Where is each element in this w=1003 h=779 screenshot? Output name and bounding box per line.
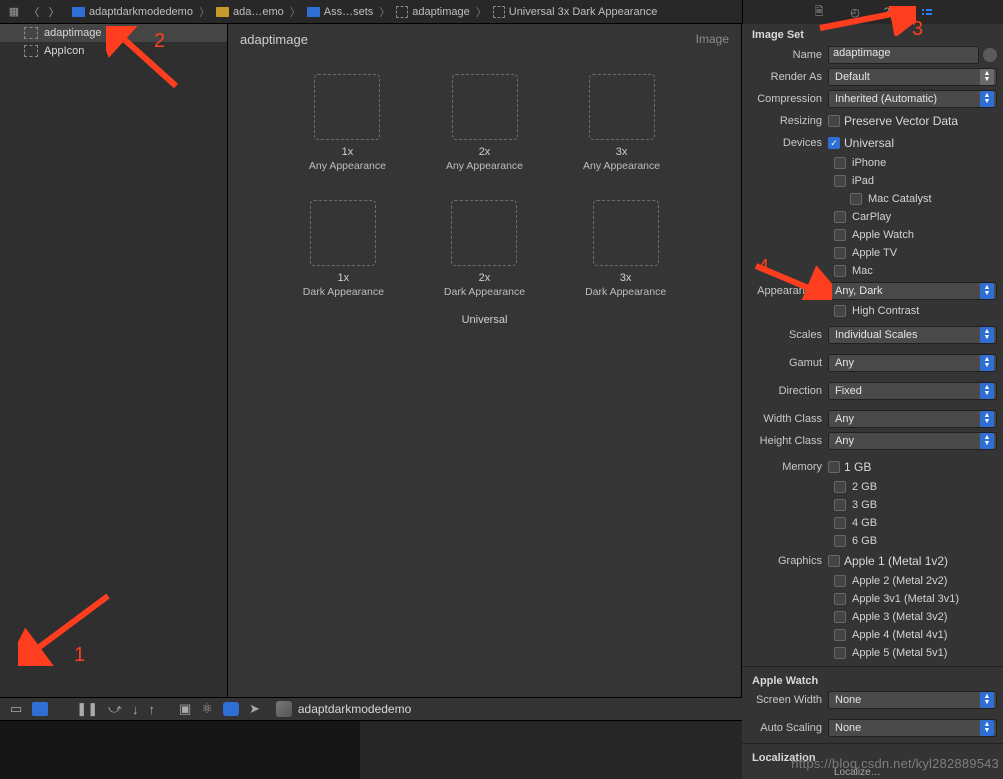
well-1x-any[interactable]: 1xAny Appearance: [309, 74, 386, 172]
memory-6gb-checkbox[interactable]: [834, 535, 846, 547]
gfx-5-checkbox[interactable]: [834, 647, 846, 659]
crumb-asset[interactable]: adaptimage: [412, 6, 470, 18]
well-3x-dark[interactable]: 3xDark Appearance: [585, 200, 666, 298]
outline-item-appicon[interactable]: AppIcon: [0, 42, 227, 60]
direction-select[interactable]: Fixed▲▼: [828, 382, 997, 400]
pause-icon[interactable]: ❚❚: [76, 701, 98, 717]
appearances-select[interactable]: Any, Dark▲▼: [828, 282, 997, 300]
width-class-select[interactable]: Any▲▼: [828, 410, 997, 428]
render-as-select[interactable]: Default▲▼: [828, 68, 997, 86]
project-icon: [72, 7, 85, 17]
device-iphone-checkbox[interactable]: [834, 157, 846, 169]
well-2x-any[interactable]: 2xAny Appearance: [446, 74, 523, 172]
memory-3gb-checkbox[interactable]: [834, 499, 846, 511]
gfx-4-checkbox[interactable]: [834, 629, 846, 641]
jump-bar: ▦ 〈 〉 adaptdarkmodedemo 〉 ada…emo 〉 Ass……: [0, 0, 1003, 24]
crumb-project[interactable]: adaptdarkmodedemo: [89, 6, 193, 18]
slot-icon: [493, 6, 505, 18]
scales-select[interactable]: Individual Scales▲▼: [828, 326, 997, 344]
toggle-debug-icon[interactable]: ▭: [10, 701, 22, 717]
attributes-inspector: Image Set Name adaptimage Render As Defa…: [742, 24, 1003, 779]
memory-2gb-checkbox[interactable]: [834, 481, 846, 493]
process-selector[interactable]: adaptdarkmodedemo: [276, 701, 411, 717]
file-inspector-icon[interactable]: 🗎: [811, 4, 827, 20]
preserve-vector-checkbox[interactable]: [828, 115, 840, 127]
nav-forward-icon[interactable]: 〉: [46, 4, 62, 20]
assets-icon: [307, 7, 320, 17]
attributes-inspector-icon[interactable]: [919, 4, 935, 20]
inspector-tabs: 🗎 ◴ ?⃝: [742, 0, 1003, 24]
history-inspector-icon[interactable]: ◴: [847, 4, 863, 20]
watermark: https://blog.csdn.net/kyl282889543: [791, 756, 999, 771]
device-ipad-checkbox[interactable]: [834, 175, 846, 187]
gfx-2-checkbox[interactable]: [834, 575, 846, 587]
wells-row-dark: 1xDark Appearance 2xDark Appearance 3xDa…: [303, 200, 666, 298]
crumb-assets[interactable]: Ass…sets: [324, 6, 374, 18]
height-class-select[interactable]: Any▲▼: [828, 432, 997, 450]
device-watch-checkbox[interactable]: [834, 229, 846, 241]
auto-scaling-select[interactable]: None▲▼: [828, 719, 997, 737]
high-contrast-checkbox[interactable]: [834, 305, 846, 317]
well-3x-any[interactable]: 3xAny Appearance: [583, 74, 660, 172]
well-1x-dark[interactable]: 1xDark Appearance: [303, 200, 384, 298]
console-area: [0, 721, 742, 779]
debug-bar: ▭ ❚❚ ⤻ ↓ ↑ ▣ ⚛ ➤ adaptdarkmodedemo: [0, 697, 742, 721]
crumb-group[interactable]: ada…emo: [233, 6, 284, 18]
name-input[interactable]: adaptimage: [828, 46, 979, 64]
memory-1gb-checkbox[interactable]: [828, 461, 840, 473]
folder-icon: [216, 7, 229, 17]
device-tv-checkbox[interactable]: [834, 247, 846, 259]
device-catalyst-checkbox[interactable]: [850, 193, 862, 205]
memory-graph-icon[interactable]: ⚛: [201, 701, 213, 717]
canvas-title: adaptimage: [240, 32, 308, 47]
imageset-icon: [24, 27, 38, 39]
outline-item-adaptimage[interactable]: adaptimage: [0, 24, 227, 42]
crumb-slot[interactable]: Universal 3x Dark Appearance: [509, 6, 658, 18]
well-2x-dark[interactable]: 2xDark Appearance: [444, 200, 525, 298]
asset-editor: adaptimage Image 1xAny Appearance 2xAny …: [228, 24, 742, 779]
appicon-icon: [24, 45, 38, 57]
env-overrides-icon[interactable]: [223, 702, 239, 716]
nav-back-icon[interactable]: 〈: [26, 4, 42, 20]
step-in-icon[interactable]: ↓: [132, 702, 139, 717]
outline-item-label: AppIcon: [44, 45, 84, 57]
view-debug-icon[interactable]: ▣: [179, 701, 191, 717]
clear-name-icon[interactable]: [983, 48, 997, 62]
scheme-label: adaptdarkmodedemo: [298, 702, 411, 716]
gfx-3-checkbox[interactable]: [834, 611, 846, 623]
gfx-3v1-checkbox[interactable]: [834, 593, 846, 605]
app-icon: [276, 701, 292, 717]
compression-select[interactable]: Inherited (Automatic)▲▼: [828, 90, 997, 108]
asset-type-label: Image: [696, 32, 729, 46]
recent-files-icon[interactable]: ▦: [6, 4, 22, 20]
memory-4gb-checkbox[interactable]: [834, 517, 846, 529]
screen-width-select[interactable]: None▲▼: [828, 691, 997, 709]
step-out-icon[interactable]: ↑: [149, 702, 156, 717]
gfx-1-checkbox[interactable]: [828, 555, 840, 567]
wells-row-any: 1xAny Appearance 2xAny Appearance 3xAny …: [309, 74, 660, 172]
location-icon[interactable]: ➤: [249, 701, 260, 717]
breakpoints-icon[interactable]: [32, 702, 48, 716]
device-mac-checkbox[interactable]: [834, 265, 846, 277]
device-carplay-checkbox[interactable]: [834, 211, 846, 223]
outline-item-label: adaptimage: [44, 27, 102, 39]
step-over-icon[interactable]: ⤻: [108, 701, 122, 717]
asset-outline: adaptimage AppIcon ＋ － ⌕ Filter: [0, 24, 228, 779]
gamut-select[interactable]: Any▲▼: [828, 354, 997, 372]
section-image-set: Image Set: [742, 24, 1003, 44]
help-inspector-icon[interactable]: ?⃝: [883, 4, 899, 20]
universal-label: Universal: [462, 314, 508, 326]
imageset-icon: [396, 6, 408, 18]
device-universal-checkbox[interactable]: ✓: [828, 137, 840, 149]
section-apple-watch: Apple Watch: [742, 671, 1003, 689]
